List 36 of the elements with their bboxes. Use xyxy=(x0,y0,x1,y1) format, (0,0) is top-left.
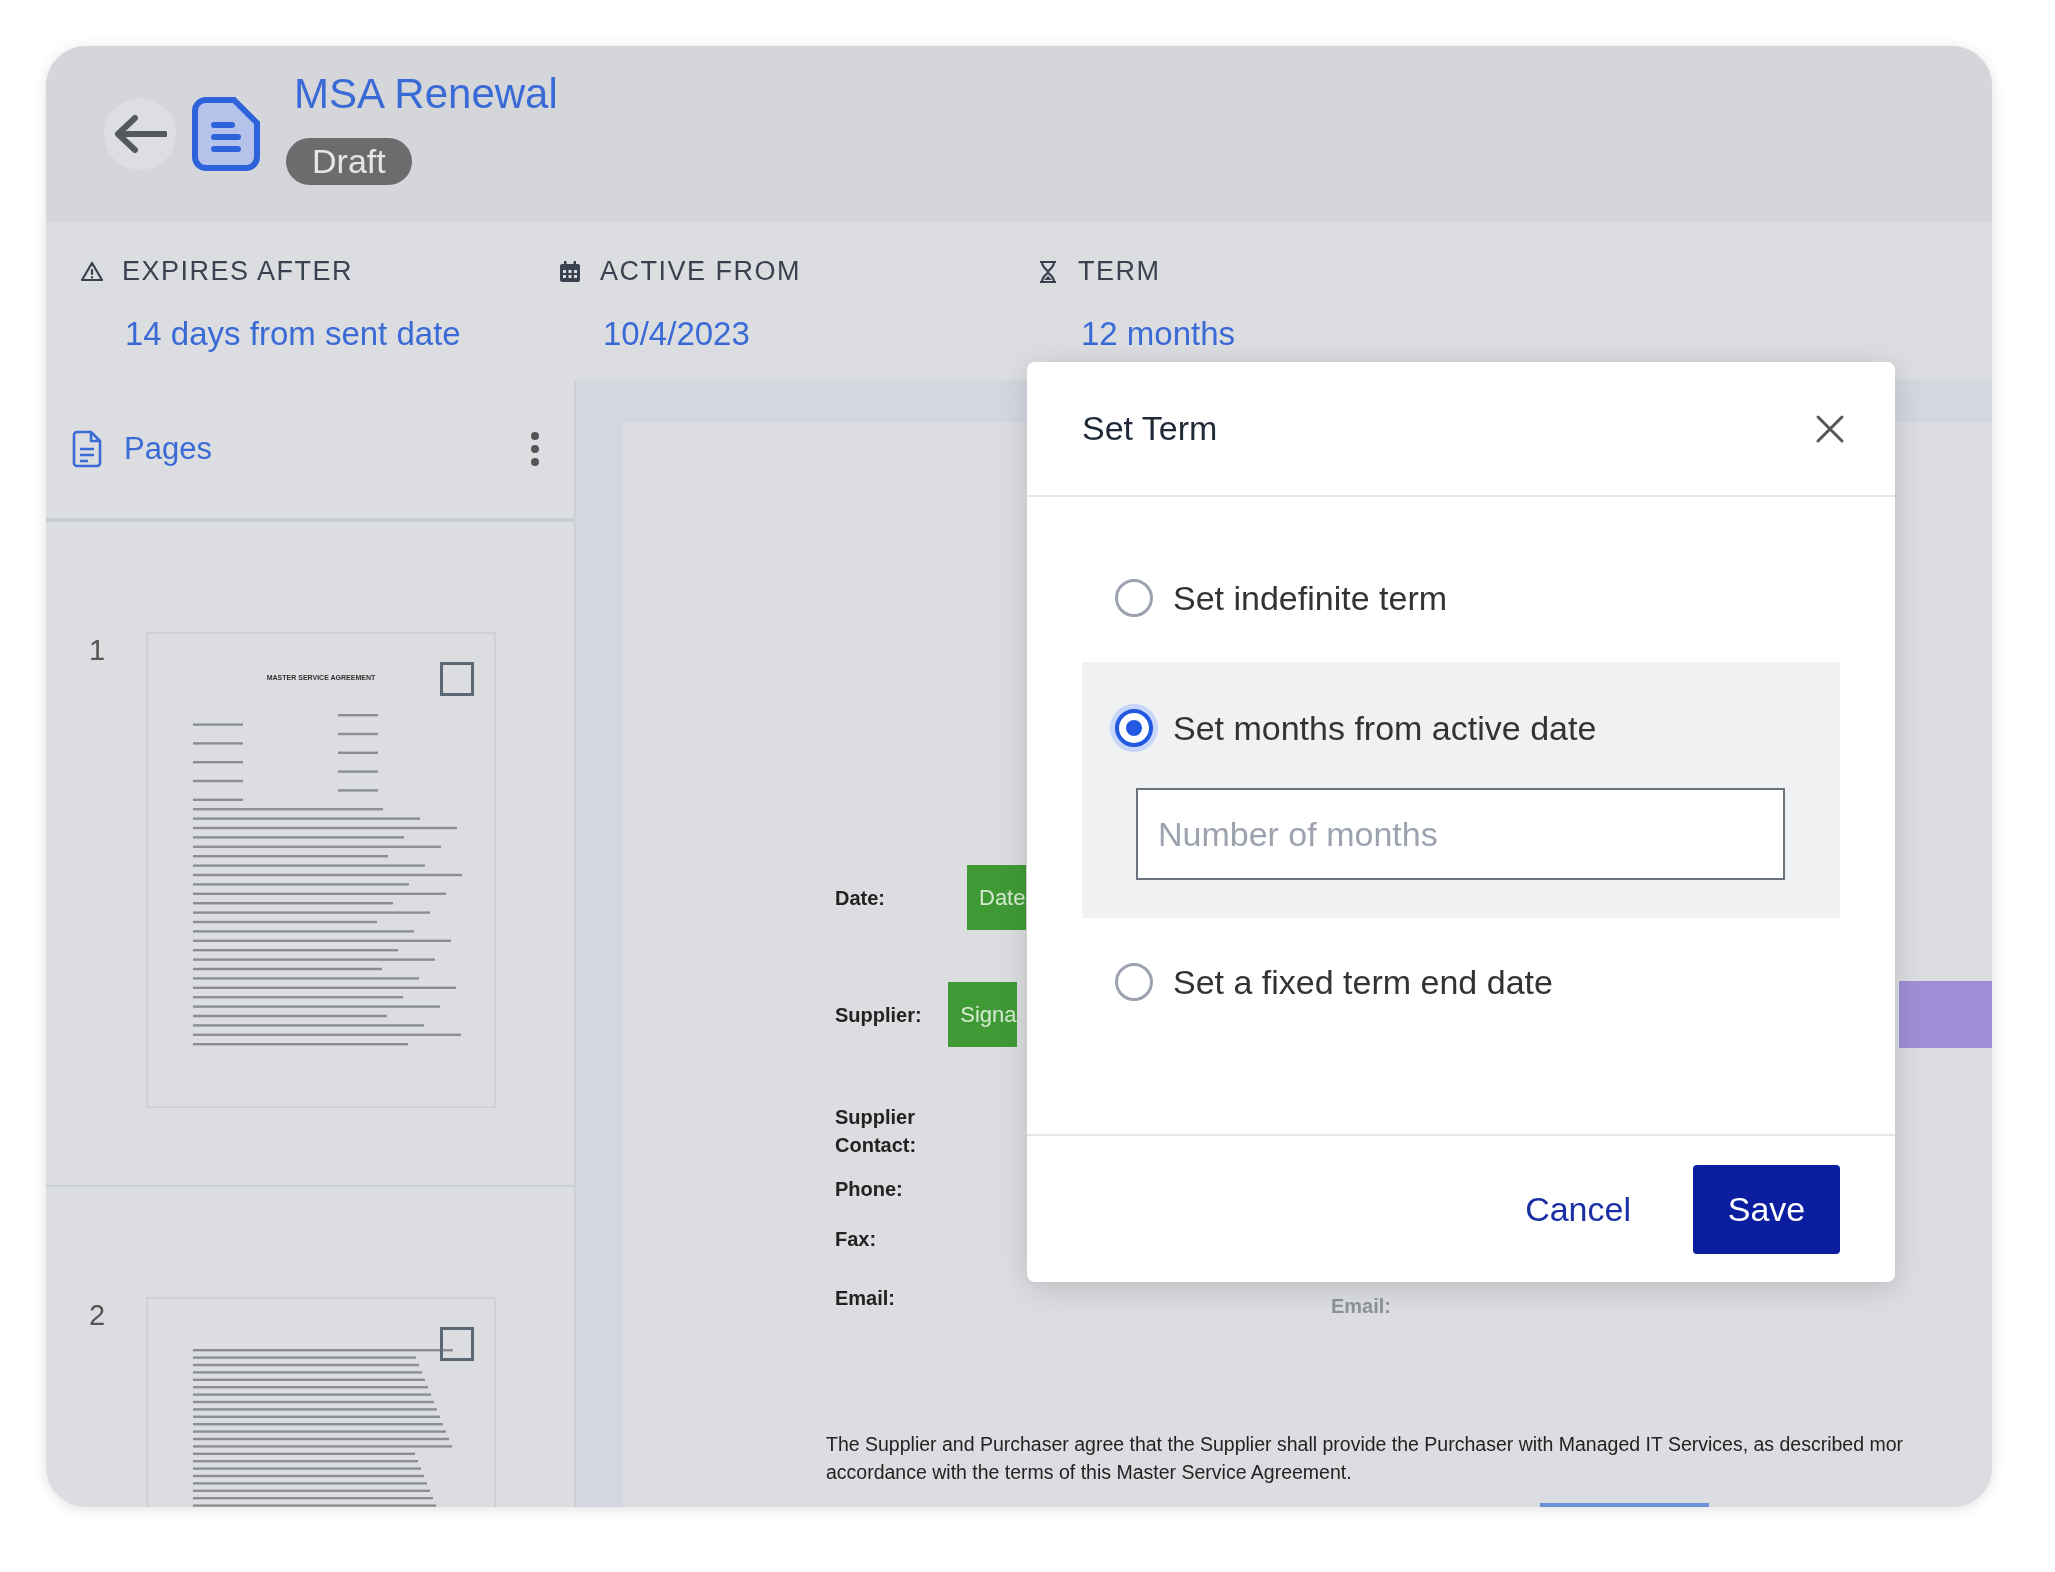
document-title: MSA Renewal xyxy=(294,69,558,118)
agreement-text-line: The Supplier and Purchaser agree that the Supplier shall provide the Purchaser with Managed IT Services, as described mor xyxy=(826,1432,1905,1457)
field-label: Fax: xyxy=(835,1227,878,1252)
page-checkbox[interactable] xyxy=(440,662,474,696)
radio-button[interactable] xyxy=(1115,963,1153,1001)
page-number: 1 xyxy=(87,634,107,668)
months-input-field[interactable]: Number of months xyxy=(1136,788,1785,880)
document-icon xyxy=(192,97,260,171)
page-checkbox[interactable] xyxy=(440,1327,474,1361)
status-badge: Draft xyxy=(286,137,412,185)
radio-button[interactable] xyxy=(1115,579,1153,617)
warning-icon xyxy=(80,259,104,284)
signature-field[interactable] xyxy=(1898,981,1992,1048)
summary-value[interactable]: 10/4/2023 xyxy=(558,315,1036,353)
summary-value[interactable]: 12 months xyxy=(1036,315,1514,353)
field-label: Supplier: xyxy=(835,1002,923,1028)
summary-label: ACTIVE FROM xyxy=(600,256,801,287)
option-label[interactable]: Set a fixed term end date xyxy=(1173,962,1553,1002)
field-label: Date: xyxy=(835,885,886,911)
field-label: Email: xyxy=(835,1285,897,1311)
pages-heading: Pages xyxy=(124,431,213,467)
cancel-button[interactable]: Cancel xyxy=(1513,1179,1643,1239)
agreement-text-line: accordance with the terms of this Master Service Agreement. xyxy=(826,1460,1353,1485)
field-label: Supplier Contact: xyxy=(835,1105,918,1158)
field-label: Email: xyxy=(1331,1295,1392,1318)
dialog-title: Set Term xyxy=(1082,409,1218,448)
field-label: Phone: xyxy=(835,1177,904,1202)
option-label[interactable]: Set indefinite term xyxy=(1173,578,1448,618)
page-number: 2 xyxy=(87,1299,107,1333)
option-label[interactable]: Set months from active date xyxy=(1173,708,1597,748)
summary-value[interactable]: 14 days from sent date xyxy=(80,315,558,353)
summary-label: EXPIRES AFTER xyxy=(122,256,354,287)
save-button[interactable]: Save xyxy=(1693,1164,1840,1254)
summary-label: TERM xyxy=(1078,256,1161,287)
calendar-icon xyxy=(558,259,582,284)
file-icon xyxy=(72,430,102,468)
